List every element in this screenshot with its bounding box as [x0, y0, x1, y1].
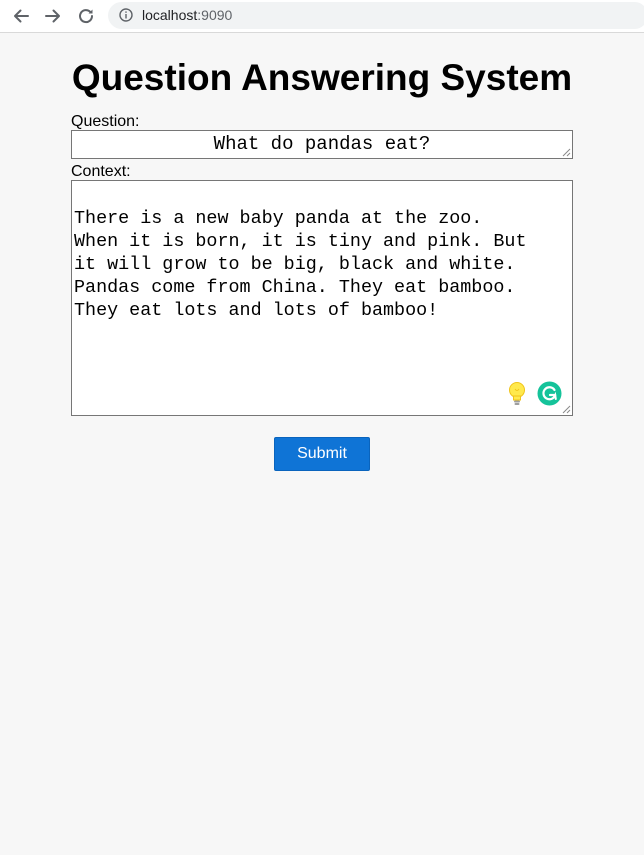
question-resize-handle[interactable]: [562, 148, 571, 157]
address-bar[interactable]: localhost:9090: [108, 2, 644, 29]
reload-icon: [79, 9, 94, 24]
grammarly-icon[interactable]: [537, 381, 562, 406]
back-button[interactable]: [10, 5, 32, 27]
arrow-left-icon: [14, 9, 29, 23]
context-resize-handle[interactable]: [562, 405, 571, 414]
url-port: :9090: [197, 7, 233, 23]
page-title: Question Answering System: [71, 57, 573, 98]
reload-button[interactable]: [75, 5, 97, 27]
question-input[interactable]: What do pandas eat?: [71, 130, 573, 159]
url-host: localhost: [142, 7, 198, 23]
context-label: Context:: [71, 163, 131, 180]
submit-button[interactable]: Submit: [274, 437, 370, 471]
arrow-right-icon: [45, 9, 60, 23]
browser-toolbar: localhost:9090: [0, 0, 644, 33]
question-label: Question:: [71, 113, 140, 130]
context-textarea[interactable]: There is a new baby panda at the zoo. Wh…: [71, 180, 573, 416]
url-text[interactable]: localhost:9090: [142, 7, 232, 24]
lightbulb-icon[interactable]: [506, 381, 528, 407]
info-icon[interactable]: [119, 8, 133, 22]
forward-button[interactable]: [42, 5, 64, 27]
